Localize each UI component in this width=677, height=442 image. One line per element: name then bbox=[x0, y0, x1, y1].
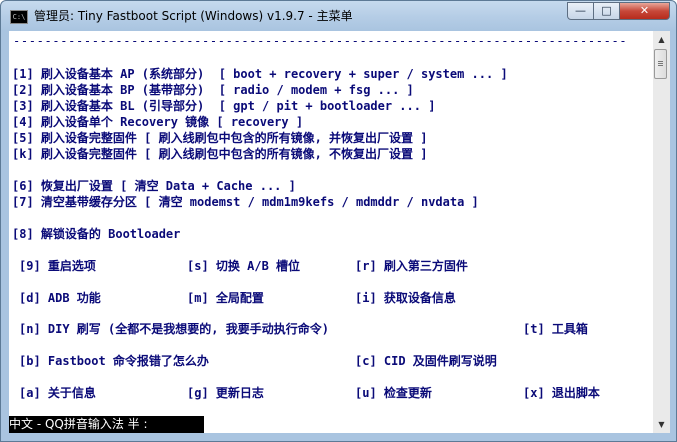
menu-item-t: [t] 工具箱 bbox=[523, 322, 588, 336]
console-output[interactable]: ----------------------------------------… bbox=[9, 31, 653, 433]
menu-item-3: [3] 刷入设备基本 BL (引导部分) [ gpt / pit + bootl… bbox=[12, 99, 436, 113]
menu-item-x: [x] 退出脚本 bbox=[523, 386, 600, 400]
scroll-down-icon[interactable]: ▼ bbox=[653, 416, 670, 433]
menu-item-i: [i] 获取设备信息 bbox=[355, 291, 456, 305]
title-bar[interactable]: C:\ 管理员: Tiny Fastboot Script (Windows) … bbox=[1, 1, 676, 31]
menu-item-m: [m] 全局配置 bbox=[187, 291, 264, 305]
thumb-grip-line bbox=[658, 63, 663, 64]
thumb-grip-line bbox=[658, 65, 663, 66]
menu-item-2: [2] 刷入设备基本 BP (基带部分) [ radio / modem + f… bbox=[12, 83, 414, 97]
scroll-thumb[interactable] bbox=[654, 49, 667, 79]
menu-separator: ----------------------------------------… bbox=[13, 34, 628, 48]
menu-item-6: [6] 恢复出厂设置 [ 清空 Data + Cache ... ] bbox=[12, 179, 296, 193]
menu-item-5: [5] 刷入设备完整固件 [ 刷入线刷包中包含的所有镜像, 并恢复出厂设置 ] bbox=[12, 131, 428, 145]
menu-item-r: [r] 刷入第三方固件 bbox=[355, 259, 468, 273]
menu-item-9: [9] 重启选项 bbox=[19, 259, 96, 273]
cmd-app-icon[interactable]: C:\ bbox=[10, 10, 28, 24]
scroll-up-icon[interactable]: ▲ bbox=[653, 31, 670, 48]
menu-item-4: [4] 刷入设备单个 Recovery 镜像 [ recovery ] bbox=[12, 115, 304, 129]
menu-item-1: [1] 刷入设备基本 AP (系统部分) [ boot + recovery +… bbox=[12, 67, 508, 81]
menu-item-c: [c] CID 及固件刷写说明 bbox=[355, 354, 497, 368]
menu-item-s: [s] 切换 A/B 槽位 bbox=[187, 259, 301, 273]
menu-item-b: [b] Fastboot 命令报错了怎么办 bbox=[19, 354, 209, 368]
minimize-button[interactable]: — bbox=[567, 2, 594, 20]
vertical-scrollbar[interactable]: ▲ ▼ bbox=[653, 31, 670, 433]
menu-item-n: [n] DIY 刷写 (全都不是我想要的, 我要手动执行命令) bbox=[19, 322, 329, 336]
thumb-grip-line bbox=[658, 61, 663, 62]
menu-item-8: [8] 解锁设备的 Bootloader bbox=[12, 227, 181, 241]
window-title: 管理员: Tiny Fastboot Script (Windows) v1.9… bbox=[34, 9, 353, 23]
menu-item-g: [g] 更新日志 bbox=[187, 386, 264, 400]
menu-item-k: [k] 刷入设备完整固件 [ 刷入线刷包中包含的所有镜像, 不恢复出厂设置 ] bbox=[12, 147, 428, 161]
console-window: C:\ 管理员: Tiny Fastboot Script (Windows) … bbox=[0, 0, 677, 442]
menu-item-d: [d] ADB 功能 bbox=[19, 291, 101, 305]
ime-status-bar: 中文 - QQ拼音输入法 半 : bbox=[9, 416, 204, 433]
menu-item-a: [a] 关于信息 bbox=[19, 386, 96, 400]
close-button[interactable]: ✕ bbox=[619, 2, 670, 20]
menu-item-7: [7] 清空基带缓存分区 [ 清空 modemst / mdm1m9kefs /… bbox=[12, 195, 479, 209]
maximize-button[interactable]: □ bbox=[593, 2, 620, 20]
menu-item-u: [u] 检查更新 bbox=[355, 386, 432, 400]
